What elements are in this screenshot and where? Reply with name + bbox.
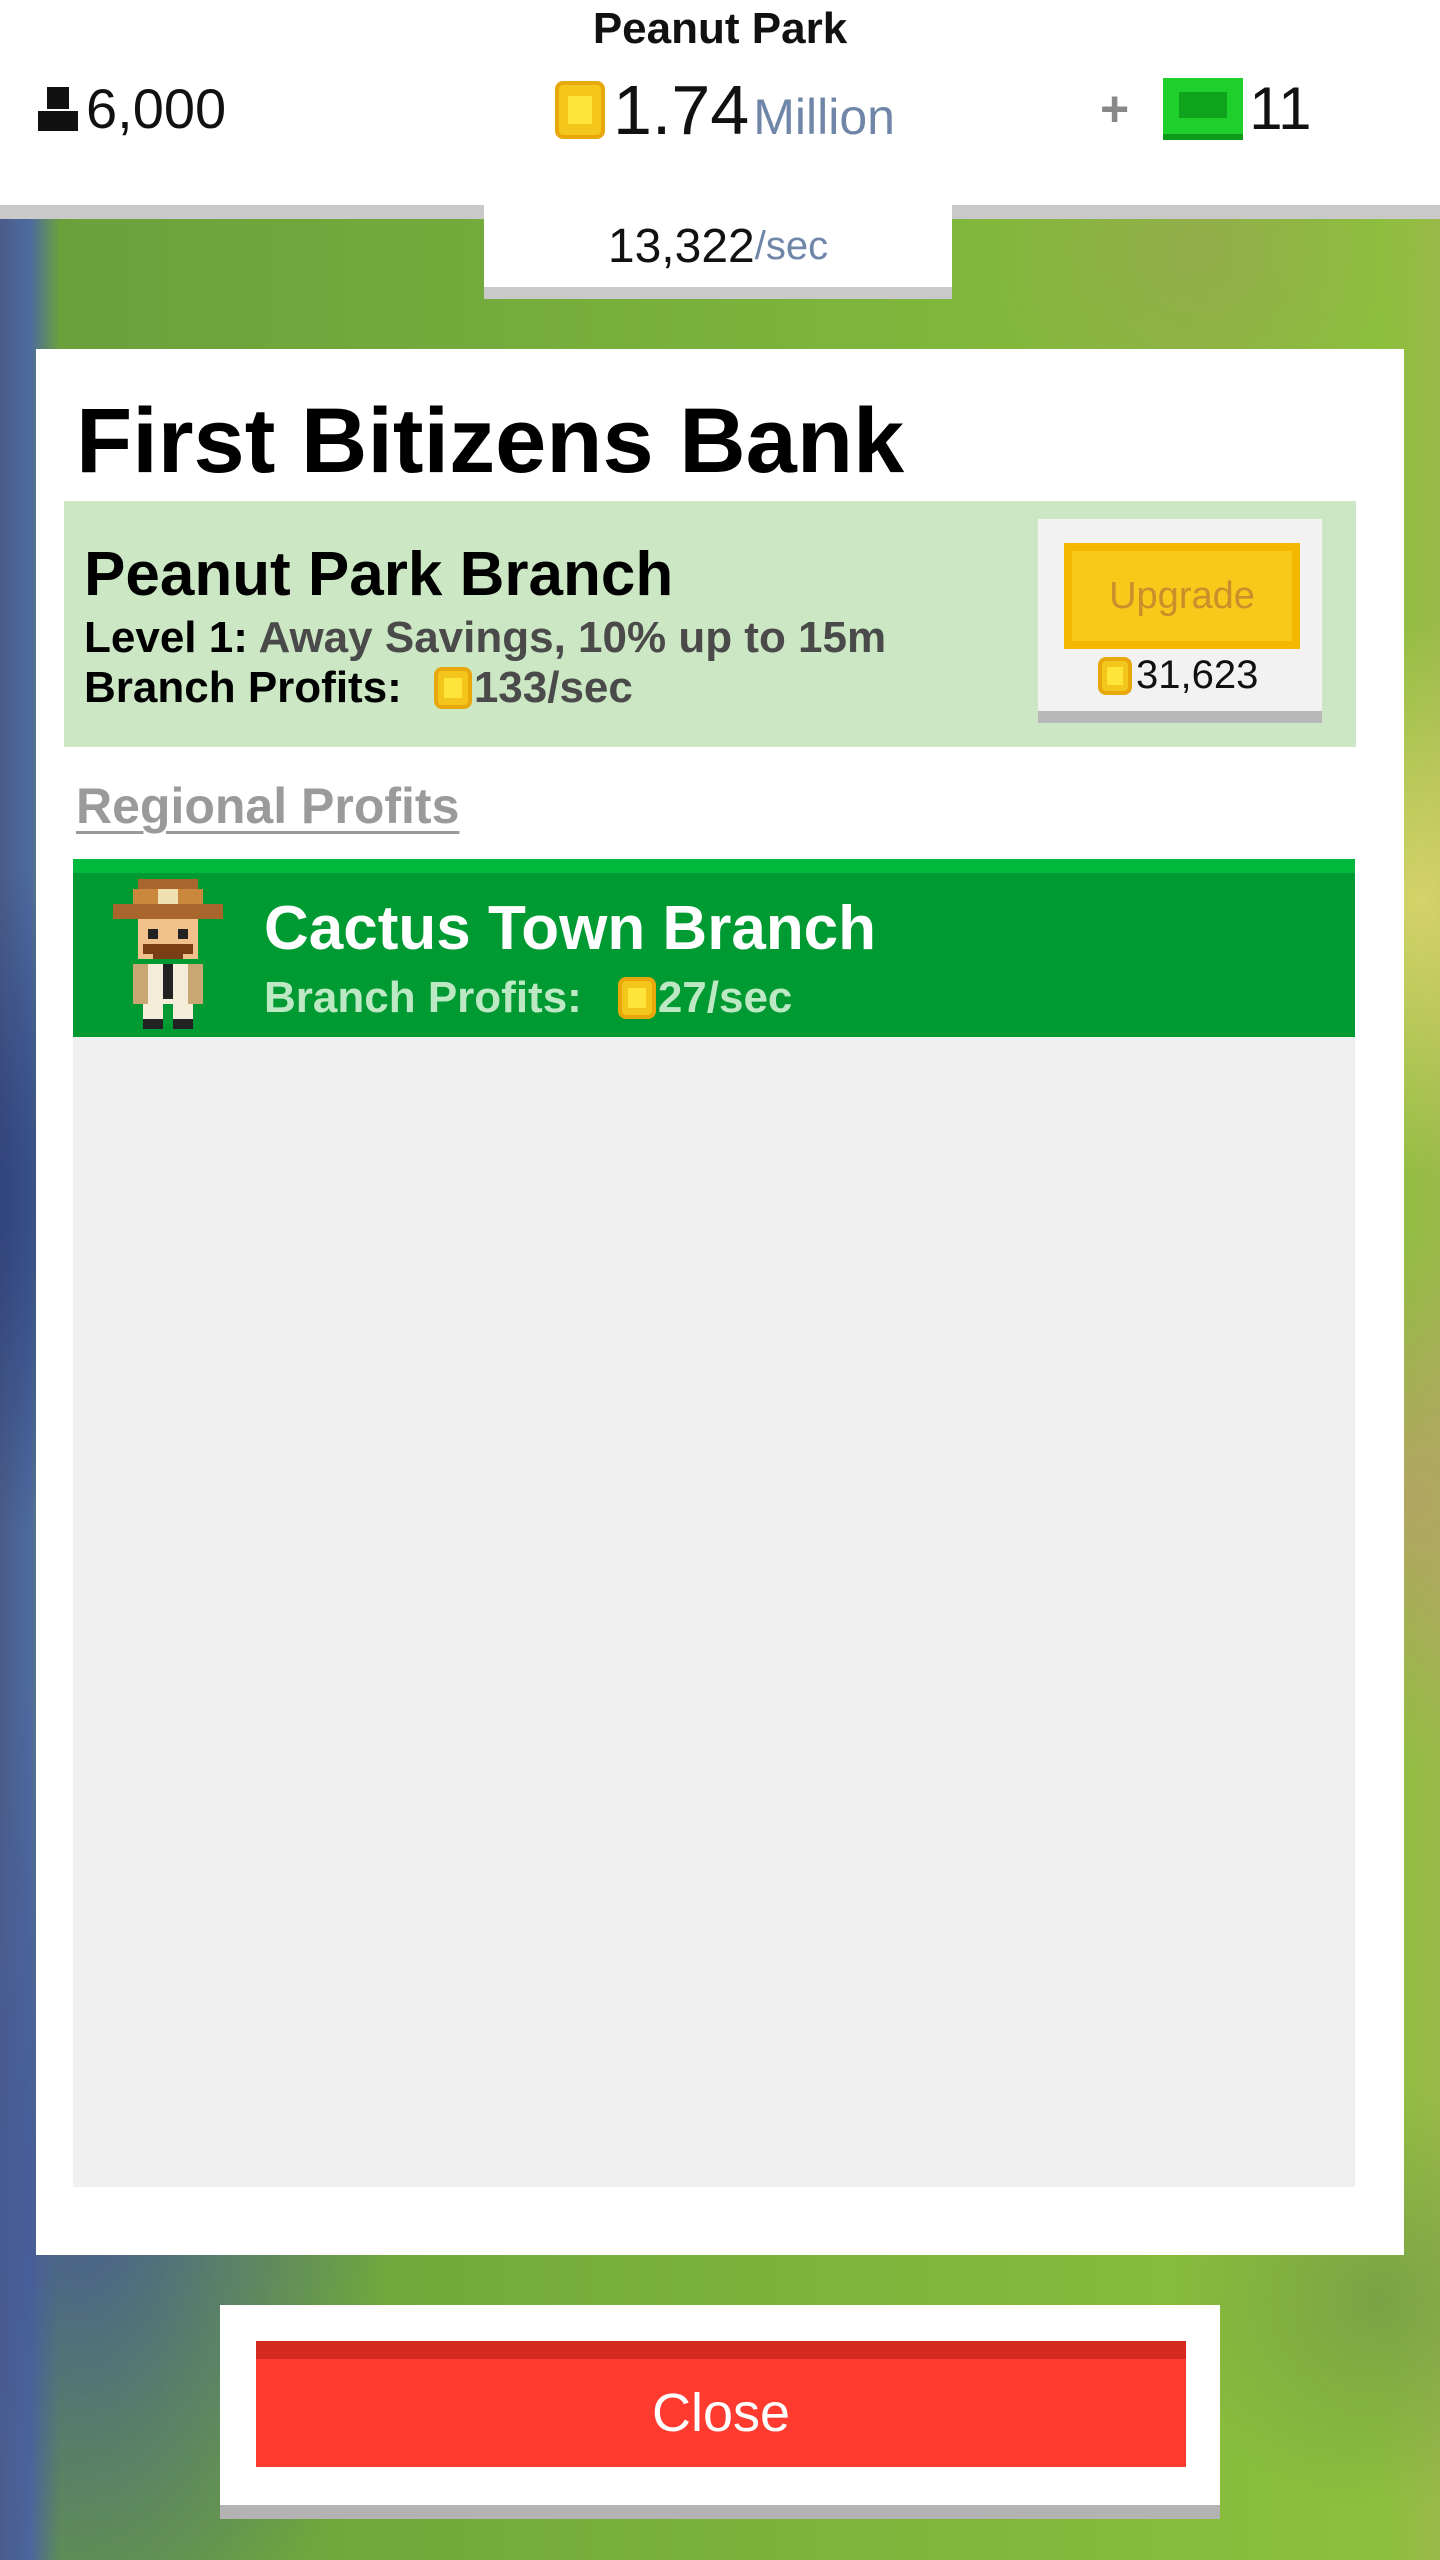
branch-level-description: Away Savings, 10% up to 15m <box>258 613 887 662</box>
branch-profits-value: 133/sec <box>473 663 633 712</box>
coin-icon <box>433 667 472 709</box>
local-branch-card: Peanut Park Branch Level 1: Away Savings… <box>64 501 1356 747</box>
city-name: Peanut Park <box>592 4 848 53</box>
branch-profits-label: Branch Profits: <box>84 663 402 712</box>
plus-icon[interactable]: + <box>1100 80 1129 138</box>
upgrade-cost-value: 31,623 <box>1136 653 1259 697</box>
upgrade-cost: 31,623 <box>1098 653 1258 698</box>
upgrade-button[interactable]: Upgrade <box>1064 543 1300 649</box>
coin-icon <box>1098 656 1132 695</box>
income-rate-value: 13,322 <box>607 219 755 273</box>
regional-branch-list[interactable]: Cactus Town Branch Branch Profits: 27/se… <box>73 859 1355 2187</box>
coins-value: 1.74 <box>613 71 750 149</box>
branch-level-label: Level 1: <box>84 613 248 662</box>
bux-icon <box>1163 77 1244 140</box>
bux-counter[interactable]: + 11 <box>1100 74 1312 143</box>
population-value: 6,000 <box>86 77 227 140</box>
bux-value: 11 <box>1249 75 1312 142</box>
top-status-bar: Peanut Park 6,000 1.74 Million + 11 <box>0 0 1440 219</box>
bank-dialog: First Bitizens Bank Peanut Park Branch L… <box>36 349 1404 2255</box>
coins-unit: Million <box>753 89 895 145</box>
upgrade-panel: Upgrade 31,623 <box>1038 519 1322 723</box>
regional-profits-link[interactable]: Regional Profits <box>76 777 459 835</box>
close-button-frame: Close <box>220 2305 1220 2519</box>
population-counter: 6,000 <box>36 76 226 141</box>
coin-icon <box>617 977 656 1019</box>
person-icon <box>36 85 80 133</box>
income-rate-unit: /sec <box>754 223 829 268</box>
regional-branch-name: Cactus Town Branch <box>264 894 877 963</box>
branch-profits: Branch Profits: 133/sec <box>84 663 633 713</box>
branch-name: Peanut Park Branch <box>84 540 674 609</box>
coin-icon <box>555 81 605 139</box>
dialog-title: First Bitizens Bank <box>76 390 905 492</box>
regional-profits-value: 27/sec <box>657 973 793 1022</box>
regional-branch-profits: Branch Profits: 27/sec <box>264 973 792 1023</box>
sheriff-avatar-icon <box>113 879 223 1029</box>
income-rate-tab: 13,322 /sec <box>484 205 952 299</box>
regional-profits-label: Branch Profits: <box>264 973 582 1022</box>
list-item[interactable]: Cactus Town Branch Branch Profits: 27/se… <box>73 859 1355 1037</box>
close-button[interactable]: Close <box>256 2341 1186 2467</box>
coins-counter: 1.74 Million <box>555 70 895 150</box>
branch-level: Level 1: Away Savings, 10% up to 15m <box>84 613 886 663</box>
